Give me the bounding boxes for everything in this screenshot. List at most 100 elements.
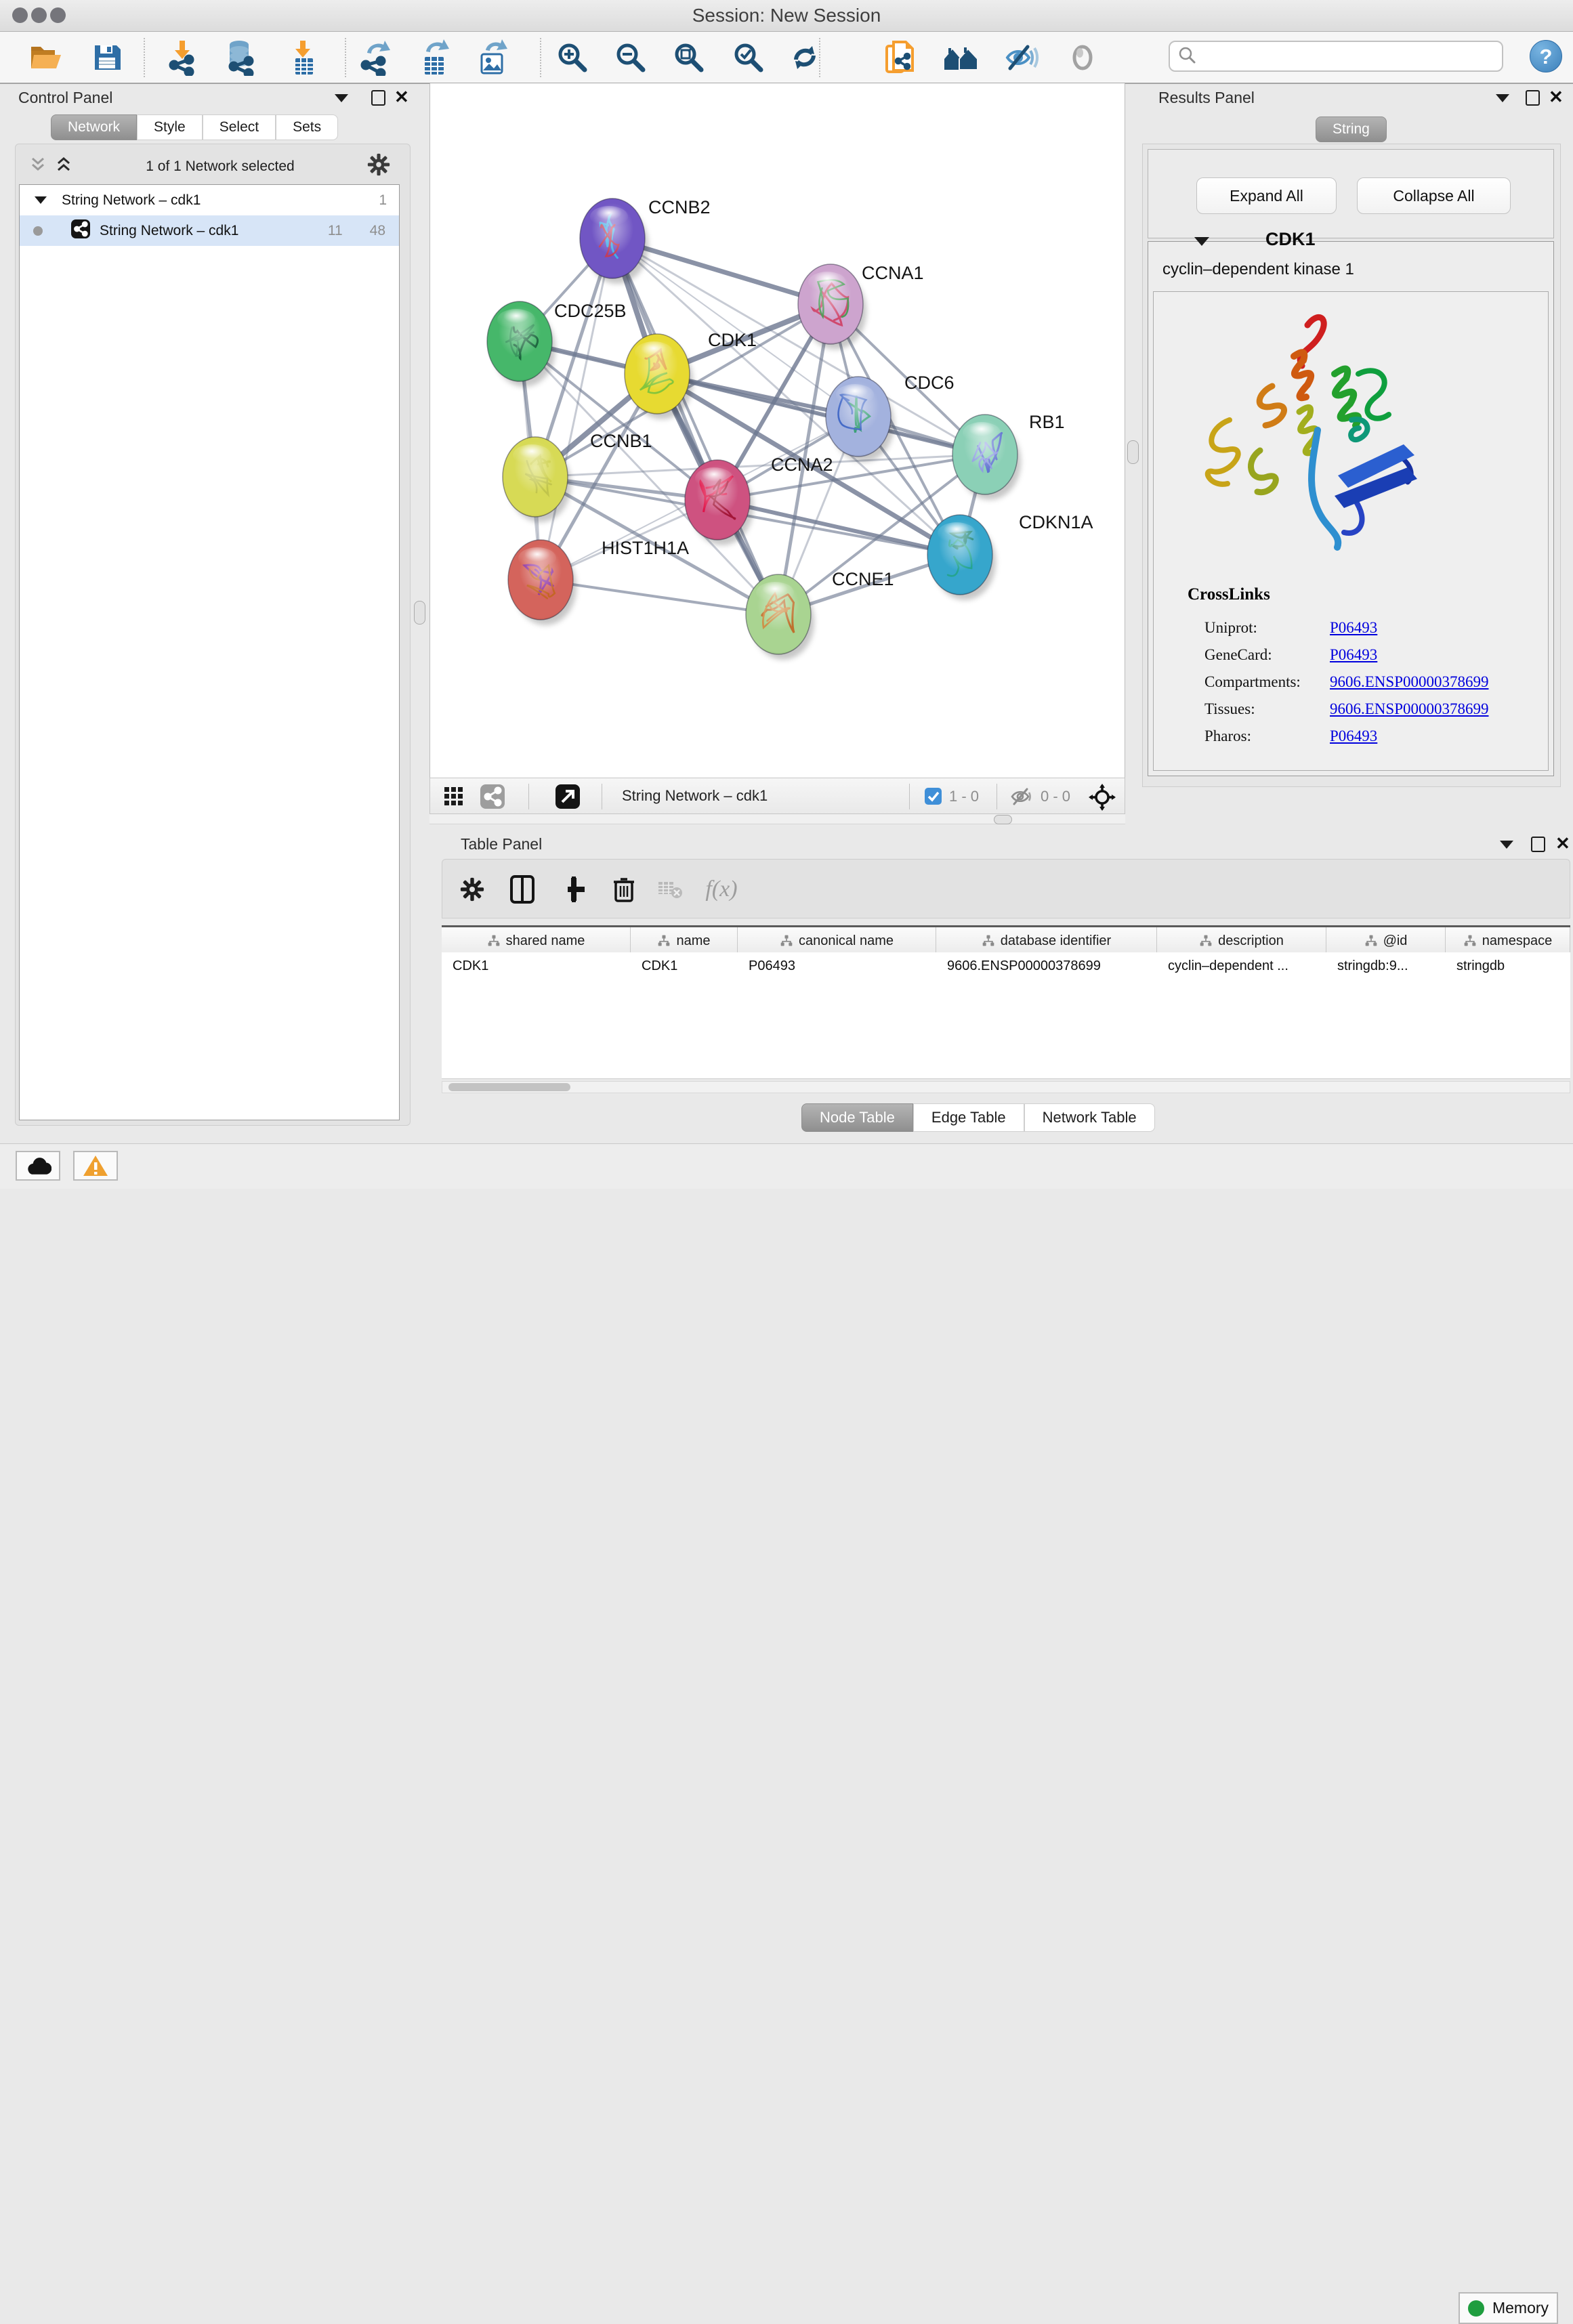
export-network-icon[interactable] [356,39,394,77]
function-builder-icon[interactable]: f(x) [706,874,737,905]
column-header-namespace[interactable]: namespace [1446,927,1570,954]
cell-shared-name[interactable]: CDK1 [442,952,631,979]
hidden-eye-icon[interactable] [1010,787,1033,809]
network-node-CCNB1[interactable] [503,437,571,522]
open-in-browser-icon[interactable] [555,784,580,812]
tab-node-table[interactable]: Node Table [801,1103,913,1132]
network-tree-row[interactable]: String Network – cdk11148 [20,215,399,246]
cell-name[interactable]: CDK1 [631,952,738,979]
column-header-database-identifier[interactable]: database identifier [936,927,1157,954]
tab-network-table[interactable]: Network Table [1024,1103,1155,1132]
network-node-RB1[interactable] [952,415,1021,500]
refresh-icon[interactable] [786,39,824,77]
network-node-HIST1H1A[interactable] [508,540,576,625]
collapse-all-icon[interactable] [28,156,47,177]
network-overview-icon[interactable] [480,784,505,812]
tab-sets[interactable]: Sets [276,114,338,140]
gear-icon[interactable] [457,874,488,905]
panel-divider-handle[interactable] [414,601,425,625]
eye-icon[interactable] [1064,39,1102,77]
cell-description[interactable]: cyclin–dependent ... [1157,952,1326,979]
tab-edge-table[interactable]: Edge Table [913,1103,1024,1132]
column-header-description[interactable]: description [1157,927,1326,954]
memory-button[interactable]: Memory [1459,2292,1558,2324]
network-view-canvas[interactable]: CCNB2CCNA1CDC25BCDK1CDC6RB1CCNB1CCNA2CDK… [429,83,1125,778]
delete-table-icon[interactable] [654,874,686,905]
crosslink-link[interactable]: P06493 [1330,727,1377,745]
column-header-canonical-name[interactable]: canonical name [738,927,936,954]
column-header-name[interactable]: name [631,927,738,954]
selected-checkbox-icon[interactable] [925,788,942,808]
copy-documents-icon[interactable] [881,39,919,77]
collapse-all-button[interactable]: Collapse All [1357,177,1511,214]
export-image-icon[interactable] [473,39,511,77]
network-edge-CCNA2-CDKN1A[interactable] [717,500,960,555]
panel-menu-icon[interactable] [1500,841,1513,849]
cell-database-identifier[interactable]: 9606.ENSP00000378699 [936,952,1157,979]
network-edge-CCNB2-HIST1H1A[interactable] [541,238,612,580]
network-tree-row[interactable]: String Network – cdk11 [20,185,399,215]
column-header-shared-name[interactable]: shared name [442,927,631,954]
crosslink-link[interactable]: P06493 [1330,646,1377,664]
search-box[interactable] [1169,41,1503,72]
horizontal-divider [429,814,1125,824]
tab-select[interactable]: Select [203,114,276,140]
tab-string[interactable]: String [1316,117,1387,142]
fit-selected-crosshair-icon[interactable] [1089,784,1116,814]
tree-expand-icon[interactable] [35,196,47,204]
panel-float-icon[interactable] [371,90,385,106]
horizontal-divider-handle[interactable] [994,815,1012,824]
tab-style[interactable]: Style [137,114,203,140]
network-node-CDKN1A[interactable] [927,515,996,600]
panel-float-icon[interactable] [1526,90,1540,106]
delete-column-icon[interactable] [608,874,639,905]
search-input[interactable] [1201,47,1502,66]
zoom-selected-icon[interactable] [730,39,768,77]
add-column-icon[interactable] [558,874,589,905]
warning-icon[interactable] [73,1151,118,1181]
panel-menu-icon[interactable] [1496,94,1509,102]
zoom-in-icon[interactable] [553,39,591,77]
gear-icon[interactable] [367,153,390,180]
crosslink-row: Tissues:9606.ENSP00000378699 [1204,700,1551,718]
import-network-icon[interactable] [164,39,202,77]
crosslink-link[interactable]: 9606.ENSP00000378699 [1330,700,1489,718]
tab-network[interactable]: Network [51,114,137,140]
entry-collapse-icon[interactable] [1194,237,1209,246]
panel-float-icon[interactable] [1531,837,1545,852]
panel-menu-icon[interactable] [335,94,348,102]
network-node-CCNE1[interactable] [746,574,814,660]
cloud-status-icon[interactable] [16,1151,60,1181]
network-node-CCNA2[interactable] [685,460,753,545]
column-header--id[interactable]: @id [1326,927,1446,954]
table-row[interactable]: CDK1CDK1P064939606.ENSP00000378699cyclin… [442,952,1570,979]
table-hscrollbar-thumb[interactable] [448,1083,570,1091]
network-node-CCNB2[interactable] [580,198,648,284]
import-table-icon[interactable] [284,39,322,77]
network-node-CDK1[interactable] [625,334,693,419]
zoom-out-icon[interactable] [612,39,650,77]
crosslink-link[interactable]: P06493 [1330,619,1377,637]
table-hscrollbar[interactable] [442,1081,1570,1093]
expand-all-button[interactable]: Expand All [1196,177,1337,214]
panel-close-icon[interactable]: ✕ [394,90,409,104]
open-folder-icon[interactable] [27,39,65,77]
cell--id[interactable]: stringdb:9... [1326,952,1446,979]
hide-eye-icon[interactable] [1003,39,1041,77]
birdseye-grid-icon[interactable] [444,786,464,810]
cell-namespace[interactable]: stringdb [1446,952,1570,979]
crosslink-link[interactable]: 9606.ENSP00000378699 [1330,673,1489,691]
panel-close-icon[interactable]: ✕ [1549,90,1564,104]
export-table-icon[interactable] [415,39,453,77]
zoom-fit-icon[interactable] [670,39,708,77]
homes-icon[interactable] [942,39,980,77]
network-node-CDC6[interactable] [826,377,894,462]
network-node-CCNA1[interactable] [798,264,866,350]
panel-close-icon[interactable]: ✕ [1555,837,1570,850]
show-columns-icon[interactable] [507,874,538,905]
import-database-icon[interactable] [222,39,259,77]
save-icon[interactable] [88,39,126,77]
expand-all-icon[interactable] [54,156,73,177]
cell-canonical-name[interactable]: P06493 [738,952,936,979]
help-icon[interactable]: ? [1530,40,1562,72]
